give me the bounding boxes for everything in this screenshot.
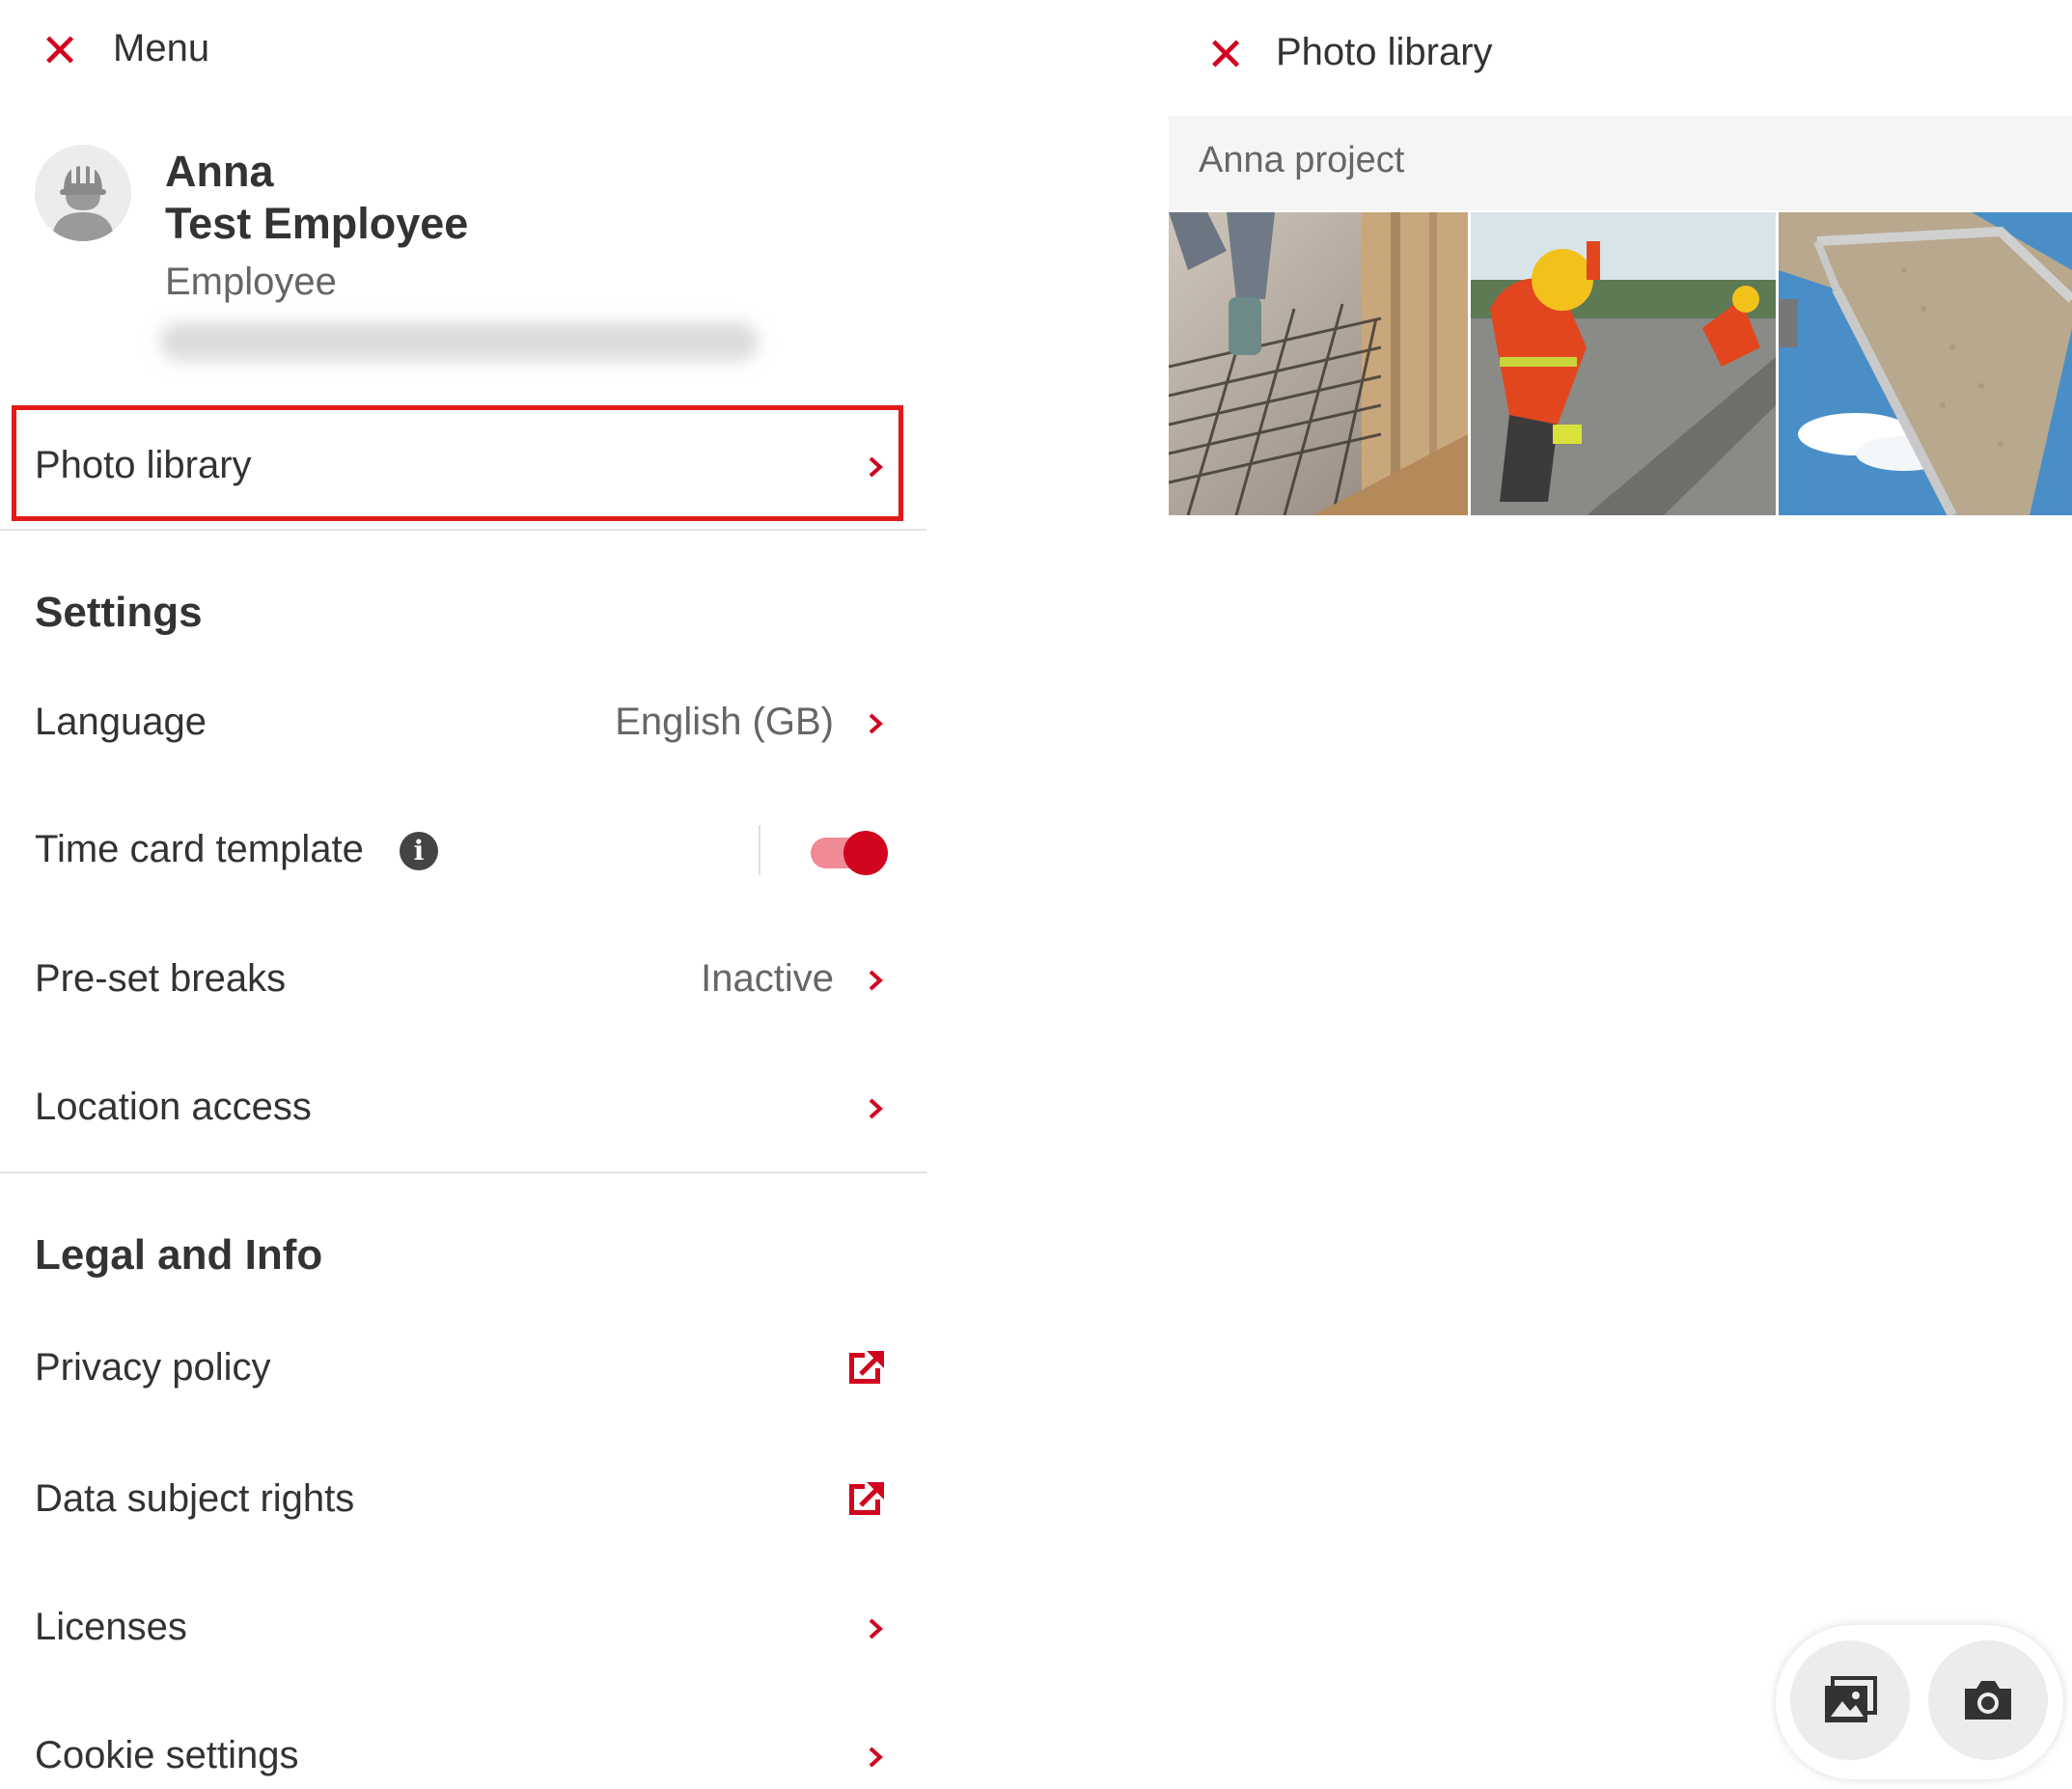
chevron-right-icon [869, 970, 883, 991]
licenses-label: Licenses [35, 1606, 187, 1648]
avatar [35, 145, 131, 241]
photo-thumbnail[interactable] [1779, 212, 2072, 515]
legal-heading: Legal and Info [35, 1231, 323, 1279]
chevron-right-icon [869, 1618, 883, 1639]
photo-thumbnail[interactable] [1471, 212, 1776, 515]
close-photo-library-icon[interactable]: ✕ [1206, 33, 1245, 79]
project-name: Anna project [1199, 140, 1405, 180]
chevron-right-icon [869, 456, 883, 478]
worker-avatar-icon [35, 145, 131, 241]
photo-library-title: Photo library [1276, 31, 1493, 73]
profile-last-name: Test Employee [165, 199, 469, 248]
profile-first-name: Anna [165, 147, 274, 196]
gallery-button[interactable] [1790, 1640, 1910, 1760]
gallery-icon [1825, 1676, 1877, 1722]
divider [0, 529, 926, 531]
settings-heading: Settings [35, 589, 203, 636]
construction-photo-1 [1169, 212, 1468, 515]
profile-email-redacted [160, 322, 759, 361]
cookie-label: Cookie settings [35, 1734, 299, 1776]
preset-breaks-value: Inactive [701, 957, 834, 1000]
photo-library-label: Photo library [35, 444, 252, 486]
dsr-label: Data subject rights [35, 1477, 355, 1520]
chevron-right-icon [869, 1747, 883, 1768]
language-value: English (GB) [615, 701, 834, 743]
external-link-icon [849, 1482, 884, 1515]
camera-button[interactable] [1928, 1640, 2048, 1760]
toggle-knob [843, 831, 888, 875]
close-menu-icon[interactable]: ✕ [41, 29, 79, 75]
privacy-label: Privacy policy [35, 1346, 271, 1389]
construction-photo-3 [1779, 212, 2072, 515]
preset-breaks-label: Pre-set breaks [35, 957, 287, 1000]
external-link-icon [849, 1351, 884, 1384]
language-label: Language [35, 701, 207, 743]
camera-icon [1965, 1681, 2011, 1720]
chevron-right-icon [869, 1098, 883, 1119]
divider [0, 1171, 926, 1173]
location-label: Location access [35, 1086, 312, 1128]
construction-photo-2 [1471, 212, 1776, 515]
chevron-right-icon [869, 713, 883, 734]
menu-title: Menu [113, 27, 210, 69]
info-icon[interactable]: i [400, 832, 438, 870]
profile-role: Employee [165, 261, 337, 303]
time-card-label: Time card template [35, 828, 364, 870]
photo-thumbnail[interactable] [1169, 212, 1468, 515]
toggle-separator [759, 825, 760, 875]
